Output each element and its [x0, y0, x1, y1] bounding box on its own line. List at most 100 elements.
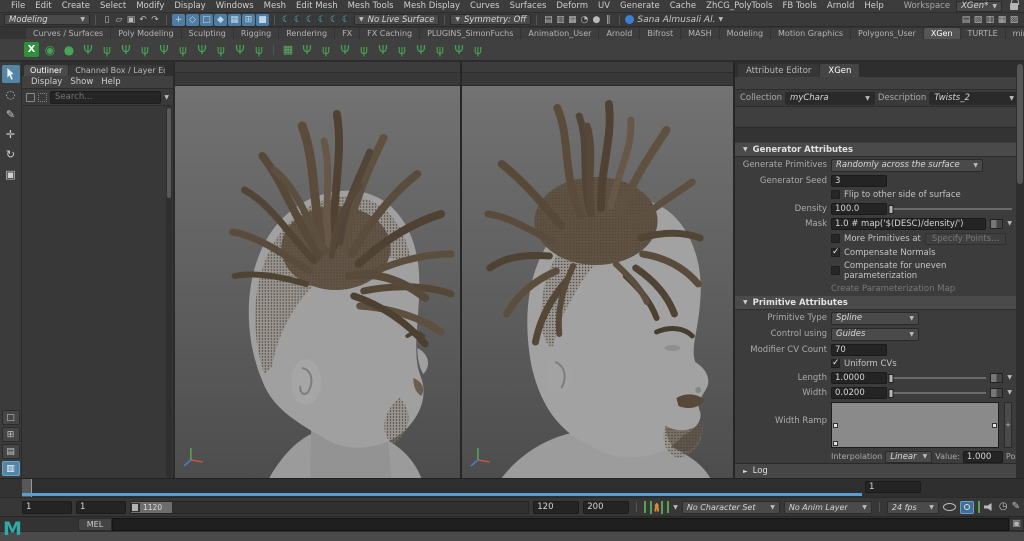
undo-icon[interactable]: ↶ — [137, 14, 149, 26]
single-pane-layout-button[interactable]: □ — [1, 410, 20, 425]
paint-select-tool[interactable]: ✎ — [2, 105, 20, 123]
outliner-scrollbar[interactable] — [166, 106, 172, 478]
view-plane-snap-icon[interactable]: ☾ — [328, 14, 340, 26]
animation-preferences-icon[interactable]: ◷ — [999, 502, 1008, 512]
groom-length-icon[interactable]: Ψ — [451, 42, 467, 58]
groom-comb-icon[interactable]: ψ — [318, 42, 334, 58]
pause-viewport-icon[interactable]: ‖ — [602, 14, 614, 26]
interactive-groom-icon[interactable]: ▦ — [280, 42, 296, 58]
menu-generate[interactable]: Generate — [615, 1, 665, 11]
menu-select[interactable]: Select — [95, 1, 131, 11]
filter-icon[interactable] — [26, 92, 35, 102]
user-account-menu[interactable]: Sana Almusali Al. ▼ — [625, 15, 723, 25]
outliner-menu-show[interactable]: Show — [67, 77, 96, 87]
viewport1-3d-scene[interactable] — [175, 86, 460, 478]
collection-dropdown[interactable]: myChara ▼ — [785, 91, 875, 105]
current-frame-field[interactable] — [865, 481, 921, 493]
tab-channel-box[interactable]: Channel Box / Layer Editor — [69, 65, 166, 76]
workspace-lock-icon[interactable] — [1010, 0, 1019, 10]
select-by-object-icon[interactable]: ◇ — [186, 13, 199, 26]
tab-attribute-editor[interactable]: Attribute Editor — [738, 64, 820, 77]
shelf-tab-xgen[interactable]: XGen — [923, 28, 960, 39]
shelf-tab-fx[interactable]: FX — [335, 28, 360, 39]
groom-smooth-icon[interactable]: ψ — [394, 42, 410, 58]
command-input[interactable] — [112, 517, 1009, 531]
anim-layer-dropdown[interactable]: No Anim Layer ▼ — [783, 500, 872, 514]
shelf-tab-curves-surfaces[interactable]: Curves / Surfaces — [26, 28, 111, 39]
fps-dropdown[interactable]: 24 fps ▼ — [886, 500, 939, 514]
shelf-tab-rigging[interactable]: Rigging — [233, 28, 279, 39]
shelf-tab-mash[interactable]: MASH — [681, 28, 719, 39]
groom-clump-icon[interactable]: ψ — [356, 42, 372, 58]
groom-direction-icon[interactable]: ψ — [432, 42, 448, 58]
rotate-tool[interactable]: ↻ — [2, 145, 20, 163]
specify-points-button[interactable]: Specify Points... — [924, 232, 1007, 245]
select-by-component-icon[interactable]: □ — [200, 13, 213, 26]
shelf-tab-animation-user[interactable]: Animation_User — [521, 28, 599, 39]
command-language-toggle[interactable]: MEL — [78, 517, 112, 531]
menu-create[interactable]: Create — [57, 1, 95, 11]
compensate-normals-checkbox[interactable] — [831, 247, 840, 257]
menu-windows[interactable]: Windows — [211, 1, 259, 11]
playback-start-field[interactable] — [76, 500, 126, 514]
ramp-value-field[interactable]: 1.000 — [962, 450, 1003, 463]
add-guide-icon[interactable]: Ψ — [118, 42, 134, 58]
shelf-tab-turtle[interactable]: TURTLE — [960, 28, 1005, 39]
density-field[interactable]: 100.0 — [831, 202, 887, 215]
width-map-button[interactable] — [990, 387, 1004, 398]
primitive-attributes-header[interactable]: ▼ Primitive Attributes — [735, 296, 1016, 310]
menu-surfaces[interactable]: Surfaces — [505, 1, 552, 11]
ipr-render-icon[interactable]: ▥ — [554, 14, 566, 26]
ramp-end-handle[interactable] — [992, 422, 997, 428]
ramp-zoom-strip[interactable]: + — [1004, 401, 1012, 448]
menu-mesh-tools[interactable]: Mesh Tools — [343, 1, 399, 11]
more-primitives-checkbox[interactable] — [831, 234, 840, 243]
range-slider[interactable]: 1 120 — [130, 500, 530, 514]
redo-icon[interactable]: ↷ — [149, 14, 161, 26]
menu-mesh-display[interactable]: Mesh Display — [399, 1, 465, 11]
snap-to-grids-icon[interactable]: ◆ — [214, 13, 227, 26]
lasso-tool[interactable]: ◌ — [2, 85, 20, 103]
move-tool[interactable]: ✛ — [2, 125, 20, 143]
playback-end-field[interactable] — [533, 500, 580, 514]
snap-to-points-icon[interactable]: ⊞ — [242, 13, 255, 26]
tab-xgen[interactable]: XGen — [820, 64, 860, 77]
shelf-tab-rendering[interactable]: Rendering — [279, 28, 335, 39]
menu-edit[interactable]: Edit — [30, 1, 56, 11]
shelf-tab-fx-caching[interactable]: FX Caching — [360, 28, 420, 39]
compensate-uneven-checkbox[interactable] — [831, 266, 840, 275]
character-set-dropdown[interactable]: No Character Set ▼ — [681, 500, 780, 514]
select-tool[interactable] — [1, 65, 20, 83]
grid-snap-icon[interactable]: ☾ — [292, 14, 304, 26]
menu-cache[interactable]: Cache — [665, 1, 701, 11]
length-slider[interactable] — [888, 372, 987, 384]
search-options-arrow[interactable]: ▼ — [164, 94, 169, 101]
move-guide-icon[interactable]: ψ — [137, 42, 153, 58]
evaluation-mode-icon[interactable]: ✎ — [1012, 502, 1020, 512]
groom-sculpt-icon[interactable]: ψ — [470, 42, 486, 58]
mask-options-arrow[interactable]: ▼ — [1007, 220, 1012, 227]
shelf-tab-polygons-user[interactable]: Polygons_User — [851, 28, 923, 39]
menu-zhcg-polytools[interactable]: ZhCG_PolyTools — [701, 1, 777, 11]
menu-set-dropdown[interactable]: Modeling ▼ — [4, 14, 90, 25]
flip-guides-icon[interactable]: Ψ — [194, 42, 210, 58]
two-pane-layout-button[interactable]: ▤ — [1, 444, 20, 459]
symmetry-dropdown[interactable]: ▼ Symmetry: Off — [450, 14, 532, 25]
generate-primitives-dropdown[interactable]: Randomly across the surface ▼ — [831, 158, 983, 172]
xgen-scrollbar[interactable] — [1016, 62, 1024, 478]
point-snap-icon[interactable]: ☾ — [304, 14, 316, 26]
shelf-tab-plugins-simonfuchs[interactable]: PLUGINS_SimonFuchs — [420, 28, 521, 39]
create-parameterization-map-button[interactable]: Create Parameterization Map — [831, 284, 955, 294]
length-field[interactable]: 1.0000 — [831, 371, 887, 384]
xgen-logo-icon[interactable]: X — [24, 42, 39, 57]
length-options-arrow[interactable]: ▼ — [1007, 374, 1012, 381]
generator-attributes-header[interactable]: ▼ Generator Attributes — [735, 143, 1016, 157]
select-by-hierarchy-icon[interactable]: + — [172, 13, 185, 26]
menu-mesh[interactable]: Mesh — [259, 1, 291, 11]
viewport2-3d-scene[interactable] — [462, 86, 733, 478]
cut-guides-icon[interactable]: Ψ — [232, 42, 248, 58]
flip-checkbox[interactable] — [831, 190, 840, 199]
animation-start-field[interactable] — [22, 500, 72, 514]
groom-width-icon[interactable]: Ψ — [413, 42, 429, 58]
snap-to-curves-icon[interactable]: ▦ — [228, 13, 241, 26]
